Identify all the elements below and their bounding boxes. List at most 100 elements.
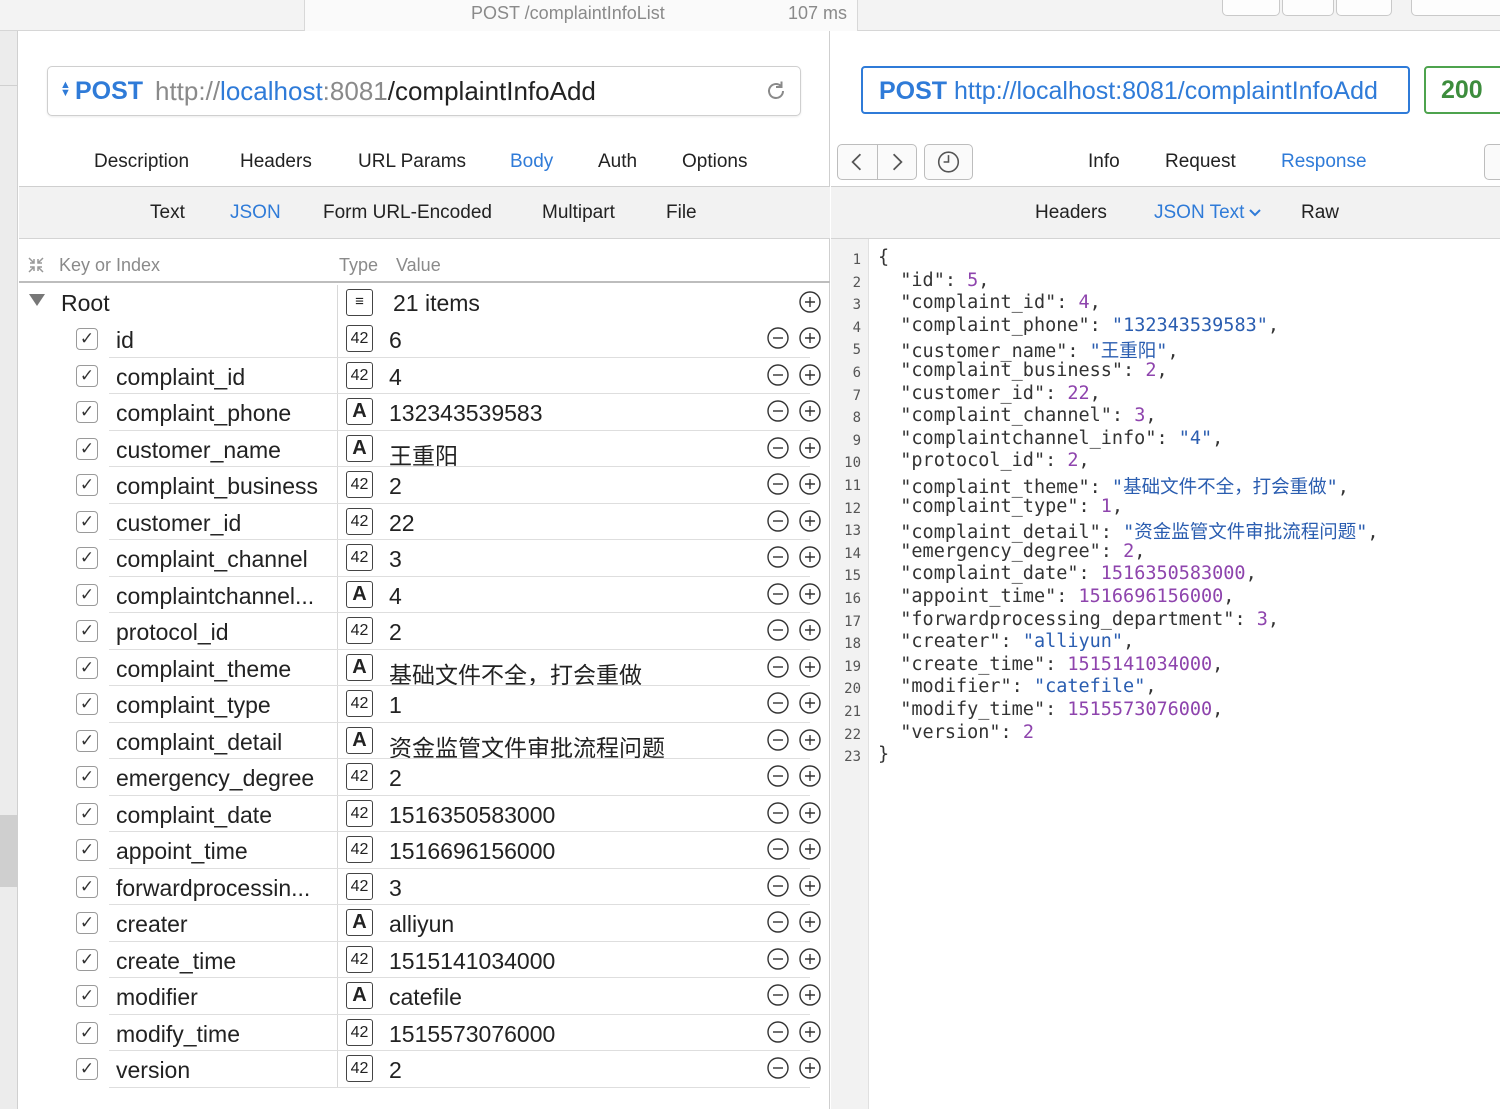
tab-body-form-urlencoded[interactable]: Form URL-Encoded bbox=[323, 202, 492, 224]
row-key[interactable]: complaint_type bbox=[116, 692, 271, 719]
remove-item-icon[interactable] bbox=[767, 911, 789, 933]
add-item-icon[interactable] bbox=[799, 582, 821, 605]
type-number-icon[interactable]: 42 bbox=[346, 1018, 373, 1046]
history-button[interactable] bbox=[924, 144, 973, 180]
add-item-icon[interactable] bbox=[799, 363, 821, 386]
url-input[interactable]: http://localhost:8081/complaintInfoAdd bbox=[155, 76, 596, 107]
add-item-icon[interactable] bbox=[799, 947, 821, 970]
add-item-icon[interactable] bbox=[799, 327, 821, 349]
list-item[interactable]: ✓ protocol_id 42 2 bbox=[19, 613, 830, 650]
list-item[interactable]: ✓ complaint_business 42 2 bbox=[19, 467, 830, 504]
add-item-icon[interactable] bbox=[799, 473, 821, 495]
method-stepper-icon[interactable]: ▲ ▼ bbox=[60, 80, 71, 99]
row-key[interactable]: complaint_id bbox=[116, 364, 245, 391]
remove-item-icon[interactable] bbox=[767, 984, 789, 1006]
type-string-icon[interactable]: A bbox=[346, 653, 373, 681]
row-value[interactable]: 22 bbox=[389, 510, 415, 537]
remove-item-icon[interactable] bbox=[767, 655, 789, 678]
list-item[interactable]: ✓ create_time 42 1515141034000 bbox=[19, 941, 830, 978]
remove-item-icon[interactable] bbox=[767, 1020, 789, 1043]
remove-item-icon[interactable] bbox=[767, 838, 789, 860]
type-number-icon[interactable]: 42 bbox=[346, 507, 373, 535]
remove-item-icon[interactable] bbox=[767, 874, 789, 897]
collapse-all-icon[interactable] bbox=[27, 256, 45, 274]
add-item-icon[interactable] bbox=[799, 655, 821, 678]
type-number-icon[interactable]: 42 bbox=[346, 544, 373, 571]
include-checkbox[interactable]: ✓ bbox=[76, 875, 98, 898]
list-item[interactable]: ✓ complaint_date 42 1516350583000 bbox=[19, 795, 830, 832]
include-checkbox[interactable]: ✓ bbox=[76, 1058, 98, 1080]
type-string-icon[interactable]: A bbox=[346, 982, 373, 1009]
add-item-icon[interactable] bbox=[799, 509, 821, 532]
list-item[interactable]: ✓ forwardprocessin... 42 3 bbox=[19, 868, 830, 905]
add-item-icon[interactable] bbox=[799, 619, 821, 641]
list-item[interactable]: ✓ version 42 2 bbox=[19, 1051, 830, 1088]
type-string-icon[interactable]: A bbox=[346, 580, 373, 608]
type-number-icon[interactable]: 42 bbox=[346, 799, 373, 827]
row-value[interactable]: 2 bbox=[389, 619, 402, 646]
remove-item-icon[interactable] bbox=[767, 619, 789, 641]
include-checkbox[interactable]: ✓ bbox=[76, 656, 98, 679]
row-key[interactable]: emergency_degree bbox=[116, 765, 314, 792]
include-checkbox[interactable]: ✓ bbox=[76, 802, 98, 825]
list-item[interactable]: ✓ customer_name A 王重阳 bbox=[19, 430, 830, 469]
row-key[interactable]: complaintchannel... bbox=[116, 583, 314, 610]
list-item[interactable]: ✓ emergency_degree 42 2 bbox=[19, 759, 830, 796]
tab-headers[interactable]: Headers bbox=[240, 151, 312, 173]
row-key[interactable]: complaint_detail bbox=[116, 729, 282, 756]
type-number-icon[interactable]: 42 bbox=[346, 836, 373, 863]
remove-item-icon[interactable] bbox=[767, 509, 789, 532]
type-string-icon[interactable]: A bbox=[346, 726, 373, 754]
tab-body-json[interactable]: JSON bbox=[230, 202, 281, 224]
remove-item-icon[interactable] bbox=[767, 400, 789, 422]
remove-item-icon[interactable] bbox=[767, 801, 789, 824]
disclosure-triangle-icon[interactable] bbox=[29, 294, 45, 306]
type-number-icon[interactable]: 42 bbox=[346, 617, 373, 644]
add-item-icon[interactable] bbox=[799, 1020, 821, 1043]
include-checkbox[interactable]: ✓ bbox=[76, 985, 98, 1007]
type-number-icon[interactable]: 42 bbox=[346, 690, 373, 717]
type-string-icon[interactable]: A bbox=[346, 909, 373, 936]
tab-response[interactable]: Response bbox=[1281, 151, 1367, 173]
list-item[interactable]: ✓ complaint_id 42 4 bbox=[19, 357, 830, 394]
type-number-icon[interactable]: 42 bbox=[346, 1055, 373, 1082]
include-checkbox[interactable]: ✓ bbox=[76, 948, 98, 971]
tab-description[interactable]: Description bbox=[94, 151, 189, 173]
row-value[interactable]: catefile bbox=[389, 984, 462, 1011]
include-checkbox[interactable]: ✓ bbox=[76, 510, 98, 533]
method-selector[interactable]: POST bbox=[75, 77, 143, 106]
tab-body-multipart[interactable]: Multipart bbox=[542, 202, 615, 224]
json-root-row[interactable]: Root ≡ 21 items bbox=[19, 285, 830, 321]
list-item[interactable]: ✓ modifier Acatefile bbox=[19, 978, 830, 1015]
sort-button[interactable] bbox=[1282, 0, 1334, 16]
list-type-icon[interactable]: ≡ bbox=[346, 289, 373, 316]
row-key[interactable]: appoint_time bbox=[116, 838, 248, 865]
tab-json-text[interactable]: JSON Text bbox=[1154, 202, 1262, 224]
include-checkbox[interactable]: ✓ bbox=[76, 583, 98, 606]
include-checkbox[interactable]: ✓ bbox=[76, 437, 98, 460]
row-value[interactable]: 2 bbox=[389, 473, 402, 500]
type-string-icon[interactable]: A bbox=[346, 398, 373, 425]
include-checkbox[interactable]: ✓ bbox=[76, 912, 98, 934]
row-key[interactable]: forwardprocessin... bbox=[116, 875, 310, 902]
add-item-icon[interactable] bbox=[799, 400, 821, 422]
add-item-icon[interactable] bbox=[799, 728, 821, 751]
include-checkbox[interactable]: ✓ bbox=[76, 547, 98, 569]
type-number-icon[interactable]: 42 bbox=[346, 325, 373, 352]
add-item-icon[interactable] bbox=[799, 291, 821, 313]
include-checkbox[interactable]: ✓ bbox=[76, 693, 98, 715]
add-item-icon[interactable] bbox=[799, 1057, 821, 1079]
tab-raw[interactable]: Raw bbox=[1301, 202, 1339, 224]
forward-icon[interactable] bbox=[878, 145, 917, 179]
row-key[interactable]: version bbox=[116, 1057, 190, 1084]
row-value[interactable]: 1516350583000 bbox=[389, 802, 555, 829]
include-checkbox[interactable]: ✓ bbox=[76, 474, 98, 496]
tab-info[interactable]: Info bbox=[1088, 151, 1120, 173]
view-toggle-button[interactable] bbox=[1411, 0, 1500, 16]
row-value[interactable]: 4 bbox=[389, 364, 402, 391]
include-checkbox[interactable]: ✓ bbox=[76, 766, 98, 788]
row-key[interactable]: customer_name bbox=[116, 437, 281, 464]
row-key[interactable]: create_time bbox=[116, 948, 236, 975]
row-value[interactable]: 2 bbox=[389, 765, 402, 792]
include-checkbox[interactable]: ✓ bbox=[76, 1021, 98, 1044]
